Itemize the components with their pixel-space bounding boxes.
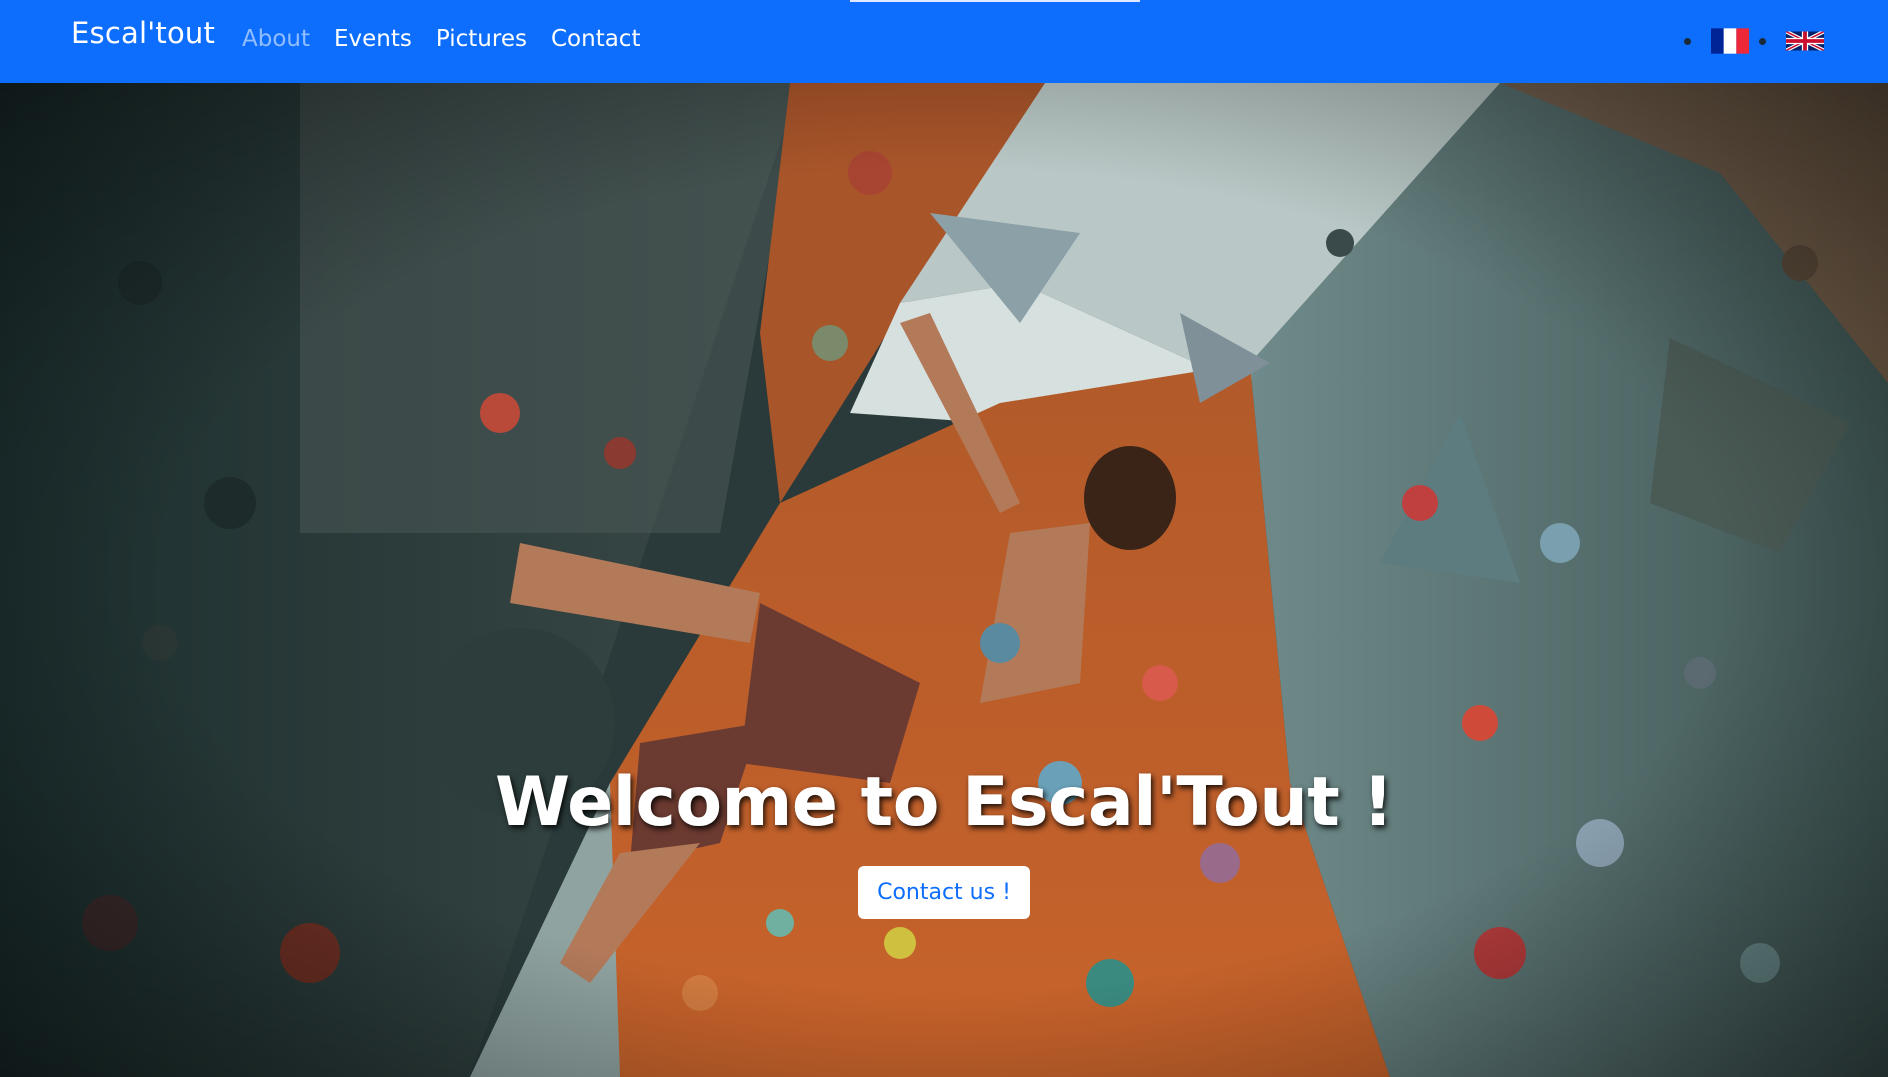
top-indicator-line — [850, 0, 1140, 2]
list-bullet — [1759, 37, 1766, 45]
climbing-wall-photo — [0, 83, 1888, 1077]
nav-link-contact[interactable]: Contact — [551, 26, 640, 52]
navbar: Escal'tout About Events Pictures Contact — [0, 0, 1888, 83]
french-flag-icon[interactable] — [1711, 28, 1749, 54]
language-switcher — [1674, 28, 1824, 54]
list-bullet — [1684, 37, 1691, 45]
nav-link-pictures[interactable]: Pictures — [436, 26, 527, 52]
brand-logo[interactable]: Escal'tout — [71, 16, 215, 50]
uk-flag-icon[interactable] — [1786, 28, 1824, 54]
hero-title: Welcome to Escal'Tout ! — [495, 763, 1394, 842]
contact-us-button[interactable]: Contact us ! — [858, 866, 1030, 919]
nav-links: About Events Pictures Contact — [242, 26, 640, 52]
nav-link-about[interactable]: About — [242, 26, 310, 52]
hero-section: Welcome to Escal'Tout ! Contact us ! — [0, 83, 1888, 1077]
hero-content: Welcome to Escal'Tout ! Contact us ! — [0, 763, 1888, 919]
nav-link-events[interactable]: Events — [334, 26, 412, 52]
